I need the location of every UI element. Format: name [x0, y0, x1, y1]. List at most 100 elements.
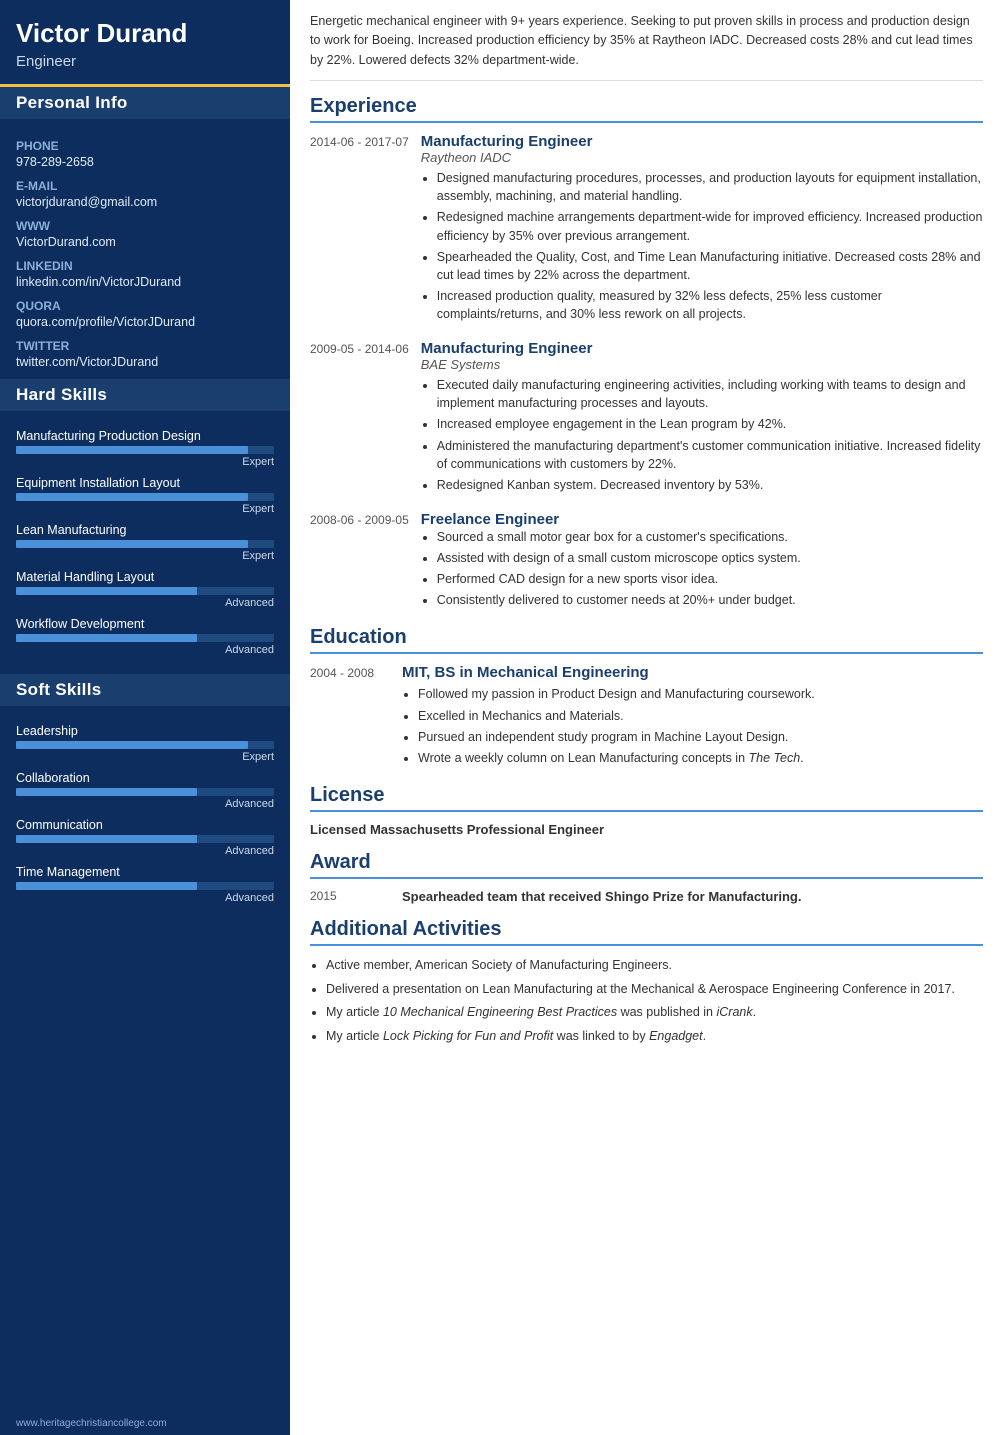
- exp-body: Freelance Engineer Sourced a small motor…: [421, 511, 983, 613]
- summary-text: Energetic mechanical engineer with 9+ ye…: [310, 12, 983, 81]
- edu-bullet: Excelled in Mechanics and Materials.: [418, 707, 983, 725]
- skill-level: Advanced: [16, 597, 274, 609]
- contact-item: Twitter twitter.com/VictorJDurand: [16, 339, 274, 369]
- exp-body: Manufacturing Engineer Raytheon IADC Des…: [421, 133, 983, 326]
- bullet: Redesigned Kanban system. Decreased inve…: [437, 476, 983, 494]
- bullet: Executed daily manufacturing engineering…: [437, 376, 983, 412]
- award-year: 2015: [310, 889, 390, 904]
- contact-item: Phone978-289-2658: [16, 139, 274, 169]
- bullet: Redesigned machine arrangements departme…: [437, 208, 983, 244]
- activities-list: Active member, American Society of Manuf…: [310, 956, 983, 1046]
- exp-row: 2009-05 - 2014-06 Manufacturing Engineer…: [310, 340, 983, 497]
- contact-label: E-mail: [16, 179, 274, 193]
- skill-level: Expert: [16, 751, 274, 763]
- hard-skill-item: Workflow Development Advanced: [16, 617, 274, 656]
- education-section-title: Education: [310, 626, 983, 654]
- skill-level: Expert: [16, 503, 274, 515]
- award-text: Spearheaded team that received Shingo Pr…: [402, 889, 801, 904]
- experience-item: 2008-06 - 2009-05 Freelance Engineer Sou…: [310, 511, 983, 613]
- exp-company: BAE Systems: [421, 357, 983, 372]
- skill-name: Leadership: [16, 724, 274, 738]
- exp-date: 2009-05 - 2014-06: [310, 340, 409, 497]
- skill-bar-bg: [16, 634, 274, 642]
- bullet: Designed manufacturing procedures, proce…: [437, 169, 983, 205]
- candidate-name: Victor Durand: [16, 18, 274, 49]
- bullet: Assisted with design of a small custom m…: [437, 549, 983, 567]
- exp-date: 2014-06 - 2017-07: [310, 133, 409, 326]
- soft-skills-heading: Soft Skills: [0, 674, 290, 706]
- skill-name: Manufacturing Production Design: [16, 429, 274, 443]
- exp-bullets: Executed daily manufacturing engineering…: [421, 376, 983, 494]
- contact-value: victorjdurand@gmail.com: [16, 195, 274, 209]
- exp-bullets: Designed manufacturing procedures, proce…: [421, 169, 983, 323]
- hard-skill-item: Material Handling Layout Advanced: [16, 570, 274, 609]
- skill-bar-bg: [16, 540, 274, 548]
- skill-level: Expert: [16, 456, 274, 468]
- contact-label: Quora: [16, 299, 274, 313]
- sidebar-header: Victor Durand Engineer: [0, 0, 290, 87]
- skill-bar-bg: [16, 587, 274, 595]
- exp-job-title: Manufacturing Engineer: [421, 340, 983, 357]
- contact-label: WWW: [16, 219, 274, 233]
- contact-value: twitter.com/VictorJDurand: [16, 355, 274, 369]
- edu-degree: MIT, BS in Mechanical Engineering: [402, 664, 983, 681]
- experience-container: 2014-06 - 2017-07 Manufacturing Engineer…: [310, 133, 983, 612]
- bullet: Consistently delivered to customer needs…: [437, 591, 983, 609]
- skill-level: Advanced: [16, 798, 274, 810]
- contact-item: WWW VictorDurand.com: [16, 219, 274, 249]
- activity-item: My article 10 Mechanical Engineering Bes…: [326, 1003, 983, 1022]
- bullet: Performed CAD design for a new sports vi…: [437, 570, 983, 588]
- soft-skill-item: Leadership Expert: [16, 724, 274, 763]
- skill-level: Advanced: [16, 845, 274, 857]
- personal-info-section: Phone978-289-2658 E-mail victorjdurand@gma…: [0, 119, 290, 379]
- soft-skills-section: Leadership Expert Collaboration Advanced…: [0, 706, 290, 922]
- license-section-title: License: [310, 784, 983, 812]
- skill-bar-bg: [16, 446, 274, 454]
- contact-label: Phone: [16, 139, 274, 153]
- skill-name: Workflow Development: [16, 617, 274, 631]
- edu-date: 2004 - 2008: [310, 664, 390, 770]
- hard-skills-heading: Hard Skills: [0, 379, 290, 411]
- skill-bar-fill: [16, 587, 197, 595]
- contact-value: VictorDurand.com: [16, 235, 274, 249]
- watermark: www.heritagechristiancollege.com: [0, 1412, 290, 1435]
- main-content: Energetic mechanical engineer with 9+ ye…: [290, 0, 1003, 1435]
- skill-bar-fill: [16, 882, 197, 890]
- skill-level: Advanced: [16, 892, 274, 904]
- edu-bullets: Followed my passion in Product Design an…: [402, 685, 983, 767]
- skill-bar-fill: [16, 493, 248, 501]
- skill-name: Lean Manufacturing: [16, 523, 274, 537]
- award-section-title: Award: [310, 851, 983, 879]
- contact-item: E-mail victorjdurand@gmail.com: [16, 179, 274, 209]
- skill-bar-bg: [16, 788, 274, 796]
- exp-bullets: Sourced a small motor gear box for a cus…: [421, 528, 983, 610]
- soft-skill-item: Collaboration Advanced: [16, 771, 274, 810]
- bullet: Administered the manufacturing departmen…: [437, 437, 983, 473]
- edu-bullet: Followed my passion in Product Design an…: [418, 685, 983, 703]
- contact-label: LinkedIn: [16, 259, 274, 273]
- personal-info-heading: Personal Info: [0, 87, 290, 119]
- contact-item: Quora quora.com/profile/VictorJDurand: [16, 299, 274, 329]
- skill-name: Equipment Installation Layout: [16, 476, 274, 490]
- exp-row: 2014-06 - 2017-07 Manufacturing Engineer…: [310, 133, 983, 326]
- hard-skill-item: Equipment Installation Layout Expert: [16, 476, 274, 515]
- skill-level: Advanced: [16, 644, 274, 656]
- edu-row: 2004 - 2008 MIT, BS in Mechanical Engine…: [310, 664, 983, 770]
- bullet: Spearheaded the Quality, Cost, and Time …: [437, 248, 983, 284]
- education-item: 2004 - 2008 MIT, BS in Mechanical Engine…: [310, 664, 983, 770]
- candidate-title: Engineer: [16, 53, 274, 70]
- activity-item: Delivered a presentation on Lean Manufac…: [326, 980, 983, 999]
- exp-job-title: Freelance Engineer: [421, 511, 983, 528]
- experience-item: 2009-05 - 2014-06 Manufacturing Engineer…: [310, 340, 983, 497]
- exp-body: Manufacturing Engineer BAE Systems Execu…: [421, 340, 983, 497]
- skill-bar-fill: [16, 741, 248, 749]
- soft-skill-item: Communication Advanced: [16, 818, 274, 857]
- hard-skill-item: Lean Manufacturing Expert: [16, 523, 274, 562]
- exp-company: Raytheon IADC: [421, 150, 983, 165]
- experience-section-title: Experience: [310, 95, 983, 123]
- skill-bar-fill: [16, 540, 248, 548]
- contact-value: quora.com/profile/VictorJDurand: [16, 315, 274, 329]
- skill-name: Collaboration: [16, 771, 274, 785]
- skill-bar-bg: [16, 835, 274, 843]
- contact-label: Twitter: [16, 339, 274, 353]
